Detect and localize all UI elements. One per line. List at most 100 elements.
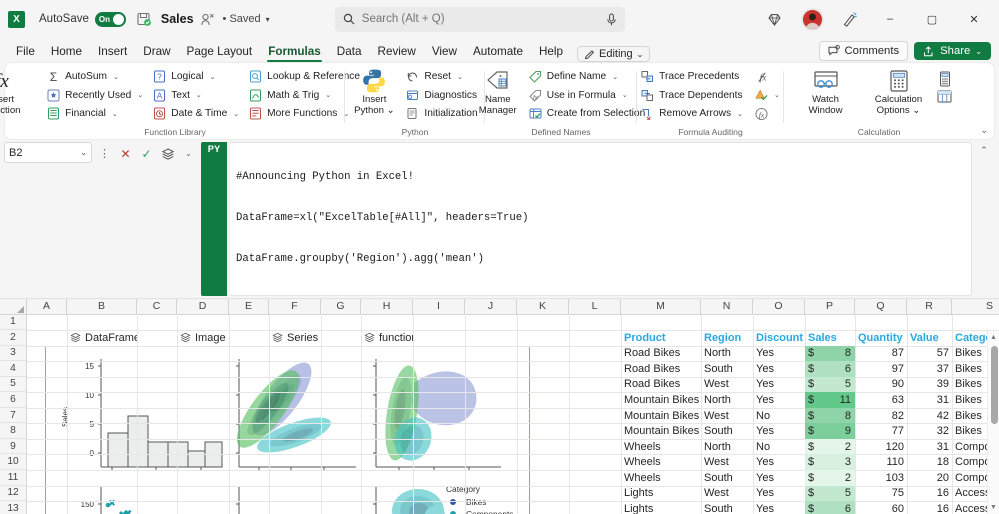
cell-quantity[interactable]: 60 xyxy=(855,501,907,514)
cell-quantity[interactable]: 77 xyxy=(855,423,907,439)
cell-discount[interactable]: Yes xyxy=(753,377,805,393)
cell-region[interactable]: South xyxy=(701,470,753,486)
cell-quantity[interactable]: 63 xyxy=(855,392,907,408)
window-close-button[interactable]: ✕ xyxy=(953,2,995,36)
column-header-A[interactable]: A xyxy=(27,298,67,314)
search-input[interactable] xyxy=(361,13,599,25)
recently-used-button[interactable]: Recently Used ⌄ xyxy=(43,87,147,105)
avatar[interactable] xyxy=(793,3,831,35)
column-header-I[interactable]: I xyxy=(413,298,465,314)
cell-region[interactable]: South xyxy=(701,501,753,514)
cell-region[interactable]: North xyxy=(701,346,753,362)
formula-input[interactable]: #Announcing Python in Excel! DataFrame=x… xyxy=(230,142,972,296)
comments-button[interactable]: Comments xyxy=(818,41,909,61)
enter-formula-button[interactable]: ✓ xyxy=(137,144,156,163)
column-header-L[interactable]: L xyxy=(569,298,621,314)
calculate-now-button[interactable] xyxy=(933,70,959,88)
cell-region[interactable]: North xyxy=(701,439,753,455)
cell-region[interactable]: West xyxy=(701,377,753,393)
row-header-9[interactable]: 9 xyxy=(0,439,26,455)
cell-region[interactable]: North xyxy=(701,392,753,408)
row-header-10[interactable]: 10 xyxy=(0,454,26,470)
date-time-button[interactable]: Date & Time ⌄ xyxy=(149,105,243,123)
define-name-button[interactable]: Define Name ⌄ xyxy=(525,68,650,86)
cell-discount[interactable]: No xyxy=(753,408,805,424)
tab-draw[interactable]: Draw xyxy=(135,43,178,62)
cell-discount[interactable]: Yes xyxy=(753,454,805,470)
tab-insert[interactable]: Insert xyxy=(90,43,135,62)
row-header-3[interactable]: 3 xyxy=(0,346,26,362)
row-header-11[interactable]: 11 xyxy=(0,470,26,486)
scrollbar-thumb[interactable] xyxy=(990,345,998,424)
cell-value[interactable]: 16 xyxy=(907,501,952,514)
table-header-sales[interactable]: Sales xyxy=(805,330,855,346)
row-header-7[interactable]: 7 xyxy=(0,408,26,424)
row-header-12[interactable]: 12 xyxy=(0,486,26,502)
editing-mode-button[interactable]: Editing ⌄ xyxy=(577,46,651,62)
cell-quantity[interactable]: 110 xyxy=(855,454,907,470)
text-button[interactable]: A Text ⌄ xyxy=(149,87,243,105)
column-header-S[interactable]: S xyxy=(952,299,999,314)
object-cell-D2[interactable]: Image xyxy=(177,330,229,346)
row-header-6[interactable]: 6 xyxy=(0,392,26,408)
cell-region[interactable]: South xyxy=(701,423,753,439)
cell-product[interactable]: Lights xyxy=(621,486,701,502)
cell-area[interactable]: Sales 15 10 5 0 xyxy=(27,314,999,514)
tab-formulas[interactable]: Formulas xyxy=(260,43,329,62)
column-header-D[interactable]: D xyxy=(177,298,229,314)
reset-button[interactable]: Reset ⌄ xyxy=(402,68,481,86)
cell-value[interactable]: 20 xyxy=(907,470,952,486)
cell-product[interactable]: Lights xyxy=(621,501,701,514)
cell-discount[interactable]: Yes xyxy=(753,501,805,514)
table-header-product[interactable]: Product xyxy=(621,330,701,346)
evaluate-formula-button[interactable]: fx xyxy=(751,105,784,123)
initialization-button[interactable]: Initialization xyxy=(402,105,481,123)
cell-sales[interactable]: $9 xyxy=(805,423,855,439)
calculation-options-button[interactable]: Calculation Options ⌄ xyxy=(867,66,931,116)
row-header-8[interactable]: 8 xyxy=(0,423,26,439)
scroll-up-arrow[interactable]: ▲ xyxy=(988,331,999,344)
share-button[interactable]: Share ⌄ xyxy=(914,42,991,60)
cell-sales[interactable]: $5 xyxy=(805,485,855,502)
tab-file[interactable]: File xyxy=(8,43,43,62)
cell-quantity[interactable]: 97 xyxy=(855,361,907,377)
cell-product[interactable]: Mountain Bikes xyxy=(621,392,701,408)
chevron-down-icon[interactable]: ⌄ xyxy=(179,144,198,163)
cell-discount[interactable]: No xyxy=(753,439,805,455)
vertical-scrollbar[interactable]: ▲ ▼ xyxy=(987,330,999,514)
cell-value[interactable]: 31 xyxy=(907,439,952,455)
search-box[interactable] xyxy=(334,6,625,32)
cell-sales[interactable]: $8 xyxy=(805,407,855,424)
cell-quantity[interactable]: 82 xyxy=(855,408,907,424)
diamond-icon[interactable] xyxy=(755,3,793,35)
object-cell-B2[interactable]: DataFrame xyxy=(67,330,137,346)
cell-discount[interactable]: Yes xyxy=(753,392,805,408)
row-header-4[interactable]: 4 xyxy=(0,361,26,377)
insert-function-button[interactable]: fx InsertFunction xyxy=(0,66,30,116)
calculate-sheet-button[interactable] xyxy=(933,89,959,107)
cell-value[interactable]: 57 xyxy=(907,346,952,362)
cell-region[interactable]: West xyxy=(701,486,753,502)
cell-sales[interactable]: $11 xyxy=(805,392,855,408)
column-header-N[interactable]: N xyxy=(701,298,753,314)
column-header-F[interactable]: F xyxy=(269,298,321,314)
cell-value[interactable]: 18 xyxy=(907,454,952,470)
cell-sales[interactable]: $6 xyxy=(805,361,855,377)
show-formulas-button[interactable]: fx xyxy=(751,68,784,86)
diagnostics-button[interactable]: Diagnostics xyxy=(402,87,481,105)
column-header-G[interactable]: G xyxy=(321,298,361,314)
tab-view[interactable]: View xyxy=(424,43,465,62)
trace-dependents-button[interactable]: Trace Dependents xyxy=(637,87,747,105)
microphone-icon[interactable] xyxy=(606,13,617,26)
tab-page-layout[interactable]: Page Layout xyxy=(179,43,261,62)
cell-discount[interactable]: Yes xyxy=(753,470,805,486)
autosum-button[interactable]: Σ AutoSum ⌄ xyxy=(43,68,147,86)
cell-value[interactable]: 32 xyxy=(907,423,952,439)
tab-review[interactable]: Review xyxy=(370,43,424,62)
cell-product[interactable]: Wheels xyxy=(621,454,701,470)
cell-quantity[interactable]: 103 xyxy=(855,470,907,486)
column-header-M[interactable]: M xyxy=(621,298,701,314)
select-all-corner[interactable] xyxy=(0,298,27,314)
column-header-E[interactable]: E xyxy=(229,298,269,314)
financial-button[interactable]: Financial ⌄ xyxy=(43,105,147,123)
